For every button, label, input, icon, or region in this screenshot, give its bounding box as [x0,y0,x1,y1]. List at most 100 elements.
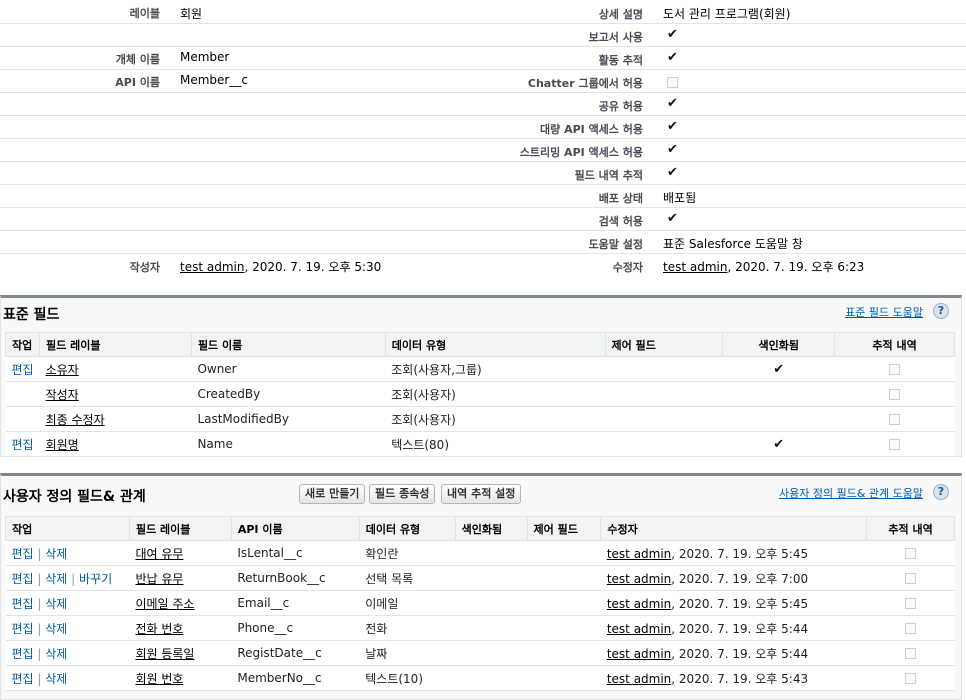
field-dependencies-button[interactable]: 필드 종속성 [369,484,436,504]
table-row: 편집 회원명 Name 텍스트(80) ✔ [5,431,955,457]
field-name-cell: CreatedBy [191,381,386,407]
api-name-cell: Email__c [231,590,360,616]
edit-link[interactable]: 편집 [12,647,34,661]
field-label-link[interactable]: 대여 유무 [135,547,183,561]
field-label-link[interactable]: 회원명 [46,438,79,452]
history-cell [866,615,955,641]
action-cell: 편집 [5,431,40,457]
separator: | [33,646,46,661]
column-header: 색인화됨 [722,332,836,357]
standard-fields-help-link[interactable]: 표준 필드 도움말 [845,304,923,320]
unchecked-box-icon [667,75,678,89]
api-name-cell: IsLental__c [231,540,360,566]
detail-value: Member__c [180,73,248,87]
modified-by-user-link[interactable]: test admin [607,647,671,661]
delete-link[interactable]: 삭제 [45,647,67,661]
column-header: 추적 내역 [866,516,955,541]
column-header: 데이터 유형 [384,332,606,357]
help-icon[interactable]: ? [933,484,949,500]
field-label-link[interactable]: 이메일 주소 [135,597,194,611]
unchecked-box-icon [889,414,901,425]
delete-link[interactable]: 삭제 [45,672,67,686]
unchecked-box-icon [905,598,917,609]
table-row: 편집 | 삭제 | 바꾸기 반납 유무 ReturnBook__c 선택 목록 test… [5,565,955,591]
modified-by-user-link[interactable]: test admin [607,622,671,636]
action-cell [5,406,40,432]
control-field-cell [527,565,601,591]
created-by-label: 작성자 [129,261,160,274]
field-label-link[interactable]: 전화 번호 [135,622,183,636]
field-label-link[interactable]: 반납 유무 [135,572,183,586]
history-cell [866,540,955,566]
edit-link[interactable]: 편집 [12,363,34,377]
data-type-cell: 이메일 [359,590,456,616]
edit-link[interactable]: 편집 [12,597,34,611]
created-by-user-link[interactable]: test admin [180,260,244,274]
edit-link[interactable]: 편집 [12,438,34,452]
unchecked-box-icon [905,573,917,584]
action-cell [5,381,40,407]
modified-by-user-link[interactable]: test admin [607,572,671,586]
checkmark-icon: ✔ [667,96,678,111]
edit-link[interactable]: 편집 [12,547,34,561]
history-cell [834,356,955,382]
detail-value: 배포됨 [663,191,697,205]
custom-fields-help-link[interactable]: 사용자 정의 필드& 관계 도움말 [779,485,923,501]
history-cell [834,381,955,407]
modified-by-user-link[interactable]: test admin [607,672,671,686]
table-row: 편집 | 삭제 이메일 주소 Email__c 이메일 test admin, 2020… [5,590,955,616]
modified-by-user-link[interactable]: test admin [663,260,727,274]
column-header: 필드 레이블 [128,516,232,541]
history-tracking-button[interactable]: 내역 추적 설정 [441,484,522,504]
separator: | [67,571,80,586]
help-icon[interactable]: ? [933,303,949,319]
detail-label: 공유 허용 [598,100,643,113]
delete-link[interactable]: 삭제 [45,597,67,611]
table-row: 편집 | 삭제 회원 등록일 RegistDate__c 날짜 test admin, … [5,640,955,666]
modified-by-user-link[interactable]: test admin [607,597,671,611]
detail-label: 개체 이름 [115,53,160,66]
field-label-link[interactable]: 소유자 [46,363,79,377]
field-label-link[interactable]: 작성자 [46,388,79,402]
delete-link[interactable]: 삭제 [45,547,67,561]
action-cell: 편집 | 삭제 [5,615,130,641]
new-field-button[interactable]: 새로 만들기 [299,484,366,504]
column-header: 필드 레이블 [39,332,192,357]
modified-date: , 2020. 7. 19. 오후 5:44 [671,646,809,661]
api-name-cell: RegistDate__c [231,640,360,666]
modified-by-user-link[interactable]: test admin [607,547,671,561]
edit-link[interactable]: 편집 [12,672,34,686]
control-field-cell [527,615,601,641]
replace-link[interactable]: 바꾸기 [79,572,112,586]
detail-label: Chatter 그룹에서 허용 [527,77,643,90]
data-type-cell: 확인란 [359,540,456,566]
checkmark-icon: ✔ [667,211,678,226]
column-header: 수정자 [600,516,868,541]
created-date: , 2020. 7. 19. 오후 5:30 [244,260,382,274]
history-cell [834,406,955,432]
edit-link[interactable]: 편집 [12,622,34,636]
data-type-cell: 날짜 [359,640,456,666]
field-label-cell: 이메일 주소 [129,590,232,616]
field-label-cell: 회원 등록일 [129,640,232,666]
field-label-link[interactable]: 회원 등록일 [135,647,194,661]
modified-by-cell: test admin, 2020. 7. 19. 오후 5:43 [600,665,867,691]
column-header: 제어 필드 [526,516,602,541]
field-label-link[interactable]: 최종 수정자 [46,413,105,427]
checkmark-icon: ✔ [773,436,785,452]
column-header: 추적 내역 [834,332,955,357]
history-cell [866,565,955,591]
modified-date: , 2020. 7. 19. 오후 6:23 [727,260,865,274]
data-type-cell: 전화 [359,615,456,641]
field-label-link[interactable]: 회원 번호 [135,672,183,686]
field-label-cell: 대여 유무 [129,540,232,566]
indexed-cell [455,615,527,641]
delete-link[interactable]: 삭제 [45,622,67,636]
edit-link[interactable]: 편집 [12,572,34,586]
detail-value: 표준 Salesforce 도움말 창 [663,237,803,251]
detail-label: 상세 설명 [598,8,643,21]
delete-link[interactable]: 삭제 [45,572,67,586]
unchecked-box-icon [889,364,901,375]
api-name-cell: Phone__c [231,615,360,641]
table-header-row: 작업 필드 레이블 필드 이름 데이터 유형 제어 필드 색인화됨 추적 내역 [4,332,955,357]
